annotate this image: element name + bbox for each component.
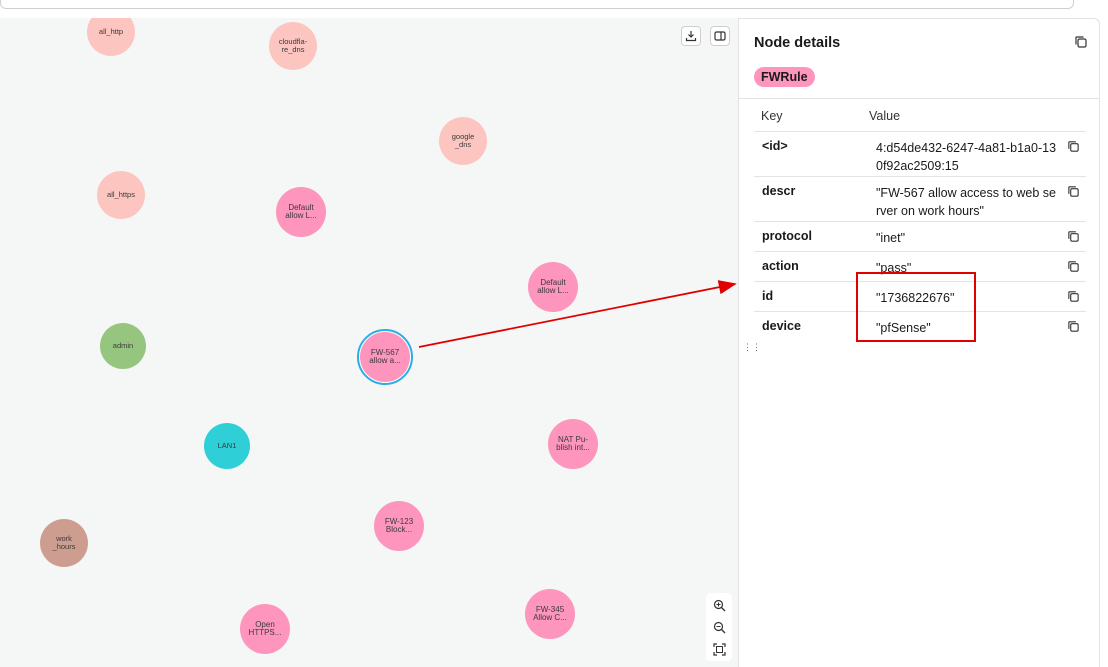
download-button[interactable] <box>681 26 701 46</box>
graph-node[interactable]: all_http <box>87 18 135 56</box>
graph-node[interactable]: NAT Pu-blish int... <box>548 419 598 469</box>
zoom-in-button[interactable] <box>709 595 729 615</box>
graph-node[interactable]: Default allow L... <box>528 262 578 312</box>
zoom-out-icon <box>713 621 725 633</box>
zoom-controls <box>706 593 732 661</box>
property-key: id <box>762 289 774 303</box>
panel-toggle-button[interactable] <box>710 26 730 46</box>
graph-node-selected[interactable]: FW-567 allow a... <box>360 332 410 382</box>
graph-node[interactable]: FW-345 Allow C... <box>525 589 575 639</box>
property-key: descr <box>762 184 796 198</box>
graph-node[interactable]: cloudfla-re_dns <box>269 22 317 70</box>
property-key: <id> <box>762 139 788 153</box>
property-value: 4:d54de432-6247-4a81-b1a0-130f92ac2509:1… <box>876 141 1057 173</box>
zoom-out-button[interactable] <box>709 617 729 637</box>
graph-node[interactable]: all_https <box>97 171 145 219</box>
copy-icon[interactable] <box>1074 35 1088 49</box>
fit-screen-icon <box>712 642 726 656</box>
panel-title: Node details <box>754 35 841 51</box>
copy-icon[interactable] <box>1067 230 1080 243</box>
graph-node[interactable]: work _hours <box>40 519 88 567</box>
graph-node[interactable]: google _dns <box>439 117 487 165</box>
property-value: "inet" <box>876 231 906 245</box>
property-value: "FW-567 allow access to web server on wo… <box>876 186 1056 218</box>
copy-icon[interactable] <box>1067 140 1080 153</box>
copy-icon[interactable] <box>1067 290 1080 303</box>
graph-canvas[interactable]: all_http cloudfla-re_dns google _dns all… <box>0 18 738 667</box>
graph-node[interactable]: FW-123 Block... <box>374 501 424 551</box>
node-label-chip[interactable]: FWRule <box>754 67 815 87</box>
copy-icon[interactable] <box>1067 185 1080 198</box>
copy-icon[interactable] <box>1067 320 1080 333</box>
fit-screen-button[interactable] <box>709 639 729 659</box>
download-icon <box>685 31 697 42</box>
property-key: device <box>762 319 801 333</box>
property-key: protocol <box>762 229 812 243</box>
zoom-in-icon <box>713 599 725 611</box>
table-header: Key Value <box>754 109 1086 131</box>
node-details-panel: Node details FWRule Key Value <id> 4:d54… <box>738 18 1100 667</box>
resize-handle[interactable]: ⋮⋮ <box>743 343 761 352</box>
graph-node[interactable]: LAN1 <box>204 423 250 469</box>
key-column-header: Key <box>761 109 783 123</box>
divider <box>739 98 1099 99</box>
value-column-header: Value <box>869 109 901 123</box>
property-key: action <box>762 259 799 273</box>
graph-node[interactable]: admin <box>100 323 146 369</box>
panel-toggle-icon <box>714 31 726 41</box>
graph-node[interactable]: Default allow L... <box>276 187 326 237</box>
annotation-highlight-box <box>856 272 976 342</box>
table-row: <id> 4:d54de432-6247-4a81-b1a0-130f92ac2… <box>754 131 1086 176</box>
graph-node[interactable]: Open HTTPS... <box>240 604 290 654</box>
top-search-bar <box>0 0 1074 9</box>
copy-icon[interactable] <box>1067 260 1080 273</box>
table-row: protocol "inet" <box>754 221 1086 251</box>
table-row: descr "FW-567 allow access to web server… <box>754 176 1086 221</box>
